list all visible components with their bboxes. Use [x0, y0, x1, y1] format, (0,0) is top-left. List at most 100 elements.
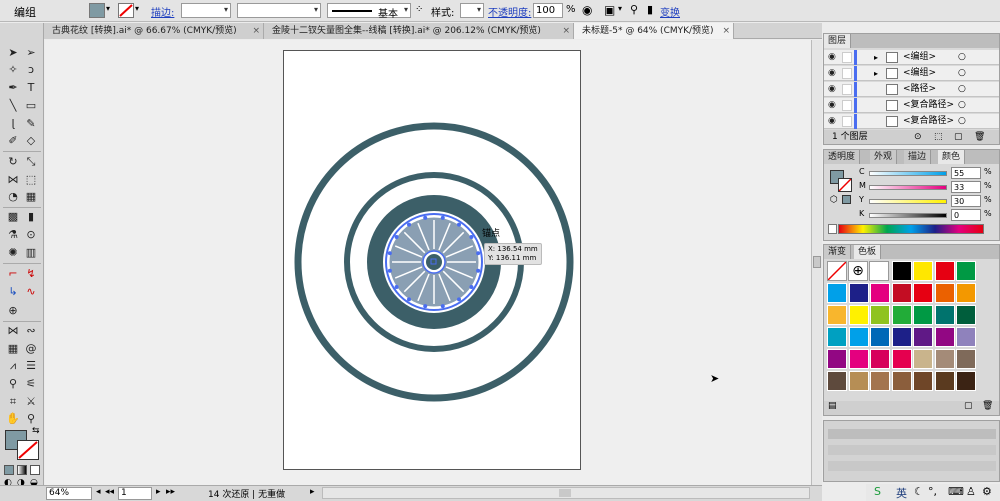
swatch[interactable] [913, 349, 933, 369]
mesh-tool-icon[interactable]: ▩ [4, 209, 22, 224]
swatch[interactable] [827, 305, 847, 325]
new-swatch-icon[interactable]: ▢ [964, 401, 973, 411]
last-artboard-icon[interactable]: ▸▸ [166, 487, 175, 497]
swatch[interactable] [827, 283, 847, 303]
close-icon[interactable]: × [252, 23, 260, 39]
opacity-link[interactable]: 不透明度: [488, 4, 531, 19]
gradient-tool-icon[interactable]: ▮ [22, 209, 40, 224]
keyboard-icon[interactable]: ⌨ [948, 485, 964, 498]
channel-slider[interactable] [869, 199, 947, 204]
swatch-white[interactable] [869, 261, 889, 281]
eyedropper-icon[interactable]: ⚲ [4, 376, 22, 391]
eyedropper-tool-icon[interactable]: ⚗ [4, 227, 22, 242]
locate-object-icon[interactable]: ⊙ [914, 130, 922, 144]
swatch[interactable] [956, 349, 976, 369]
color-spectrum-bar[interactable] [838, 224, 984, 234]
magic-wand-tool-icon[interactable]: ✧ [4, 62, 22, 77]
anchor-point[interactable] [394, 285, 399, 290]
vertical-scrollbar[interactable] [811, 40, 822, 485]
delete-layer-icon[interactable]: 🗑 [974, 130, 985, 144]
anchor-point[interactable] [423, 215, 428, 220]
lock-column[interactable] [842, 52, 852, 63]
variable-width-dropdown[interactable]: ▾ [237, 3, 321, 18]
column-graph-tool-icon[interactable]: ▥ [22, 245, 40, 260]
swatch[interactable] [913, 371, 933, 391]
target-circle-icon[interactable]: ○ [958, 66, 966, 81]
artboard-number-input[interactable]: 1 [118, 487, 152, 500]
layer-row[interactable]: ◉ <复合路径> ○ [824, 98, 999, 113]
stroke-weight-stepper[interactable]: ▾ [181, 3, 231, 18]
expand-triangle-icon[interactable]: ▸ [874, 66, 878, 81]
close-icon[interactable]: × [562, 23, 570, 39]
anchor-point[interactable] [423, 304, 428, 309]
stroke-swatch[interactable] [118, 3, 134, 18]
scroll-thumb[interactable] [813, 256, 821, 268]
swatch[interactable] [913, 261, 933, 281]
artboard[interactable]: 锚点 X: 136.54 mm Y: 136.11 mm [283, 50, 581, 470]
tab-color[interactable]: 颜色 [938, 150, 966, 164]
prev-artboard-icon[interactable]: ◂ [96, 487, 101, 497]
swatch[interactable] [827, 327, 847, 347]
swatch[interactable] [956, 305, 976, 325]
swatch[interactable] [870, 305, 890, 325]
swatch[interactable] [848, 327, 869, 347]
swatch[interactable] [934, 283, 955, 303]
tab-stroke[interactable]: 描边 [904, 150, 932, 164]
tab-gradient[interactable]: 渐变 [824, 245, 852, 259]
magic-wand-icon[interactable]: ⚲ [630, 3, 638, 16]
new-layer-icon[interactable]: ▢ [954, 130, 963, 144]
none-swatch[interactable] [828, 224, 837, 234]
channel-value-input[interactable]: 0 [951, 209, 981, 221]
swatch[interactable] [891, 327, 912, 347]
hand-icon[interactable]: ✋ [4, 411, 22, 426]
anchor-point[interactable] [440, 215, 445, 220]
scale-tool-icon[interactable]: ⤡ [22, 154, 40, 169]
lock-column[interactable] [842, 84, 852, 95]
graph-icon[interactable]: ⩘ [4, 358, 22, 373]
gradient-mode-icon[interactable] [17, 465, 27, 475]
swatch[interactable] [956, 371, 976, 391]
channel-slider[interactable] [869, 171, 947, 176]
shape-builder-tool-icon[interactable]: ◔ [4, 189, 22, 204]
zoom-tool-icon[interactable]: ∿ [22, 284, 40, 299]
graphic-style-dropdown[interactable]: ▾ [460, 3, 484, 18]
color-mode-icon[interactable] [4, 465, 14, 475]
target-circle-icon[interactable]: ○ [958, 82, 966, 97]
anchor-point[interactable] [406, 297, 411, 302]
lock-column[interactable] [842, 116, 852, 127]
anchor-point[interactable] [387, 268, 392, 273]
lasso-tool-icon[interactable]: ↄ [22, 62, 40, 77]
stroke-link[interactable]: 描边: [151, 4, 174, 19]
channel-slider[interactable] [869, 213, 947, 218]
center-dot[interactable] [426, 254, 442, 270]
tab-document-2[interactable]: 金陵十二钗矢量图全集--线稿 [转换].ai* @ 206.12% (CMYK/… [264, 23, 574, 39]
swatch[interactable] [934, 371, 955, 391]
pen-tool-icon[interactable]: ✒ [4, 80, 22, 95]
blend-tool-icon[interactable]: ⊙ [22, 227, 40, 242]
next-artboard-icon[interactable]: ▸ [156, 487, 161, 497]
swatch[interactable] [870, 349, 890, 369]
anchor-point[interactable] [457, 297, 462, 302]
eye-icon[interactable]: ◉ [828, 66, 836, 81]
stroke-indicator[interactable] [838, 178, 852, 192]
eye-icon[interactable]: ◉ [828, 114, 836, 129]
symbol-sprayer-tool-icon[interactable]: ✺ [4, 245, 22, 260]
line-tool-icon[interactable]: ╲ [4, 98, 22, 113]
tab-swatches[interactable]: 色板 [854, 245, 882, 259]
tab-document-3[interactable]: 未标题-5* @ 64% (CMYK/预览) × [574, 23, 734, 39]
panel-row[interactable] [828, 445, 996, 455]
swatch[interactable] [870, 327, 890, 347]
layer-row[interactable]: ◉ ▸ <编组> ○ [824, 50, 999, 65]
paintbrush-tool-icon[interactable]: ɭ [4, 116, 22, 131]
hand-tool-icon[interactable]: ↳ [4, 284, 22, 299]
fill-swatch[interactable] [89, 3, 105, 18]
anchor-point[interactable] [406, 222, 411, 227]
user-icon[interactable]: ♙ [966, 485, 976, 498]
panel-row[interactable] [828, 429, 996, 439]
lock-column[interactable] [842, 68, 852, 79]
swatch[interactable] [934, 327, 955, 347]
lock-column[interactable] [842, 100, 852, 111]
type-tool-icon[interactable]: T [22, 80, 40, 95]
tab-transparency[interactable]: 透明度 [824, 150, 861, 164]
envelope-icon[interactable]: ⁘ [415, 4, 423, 15]
